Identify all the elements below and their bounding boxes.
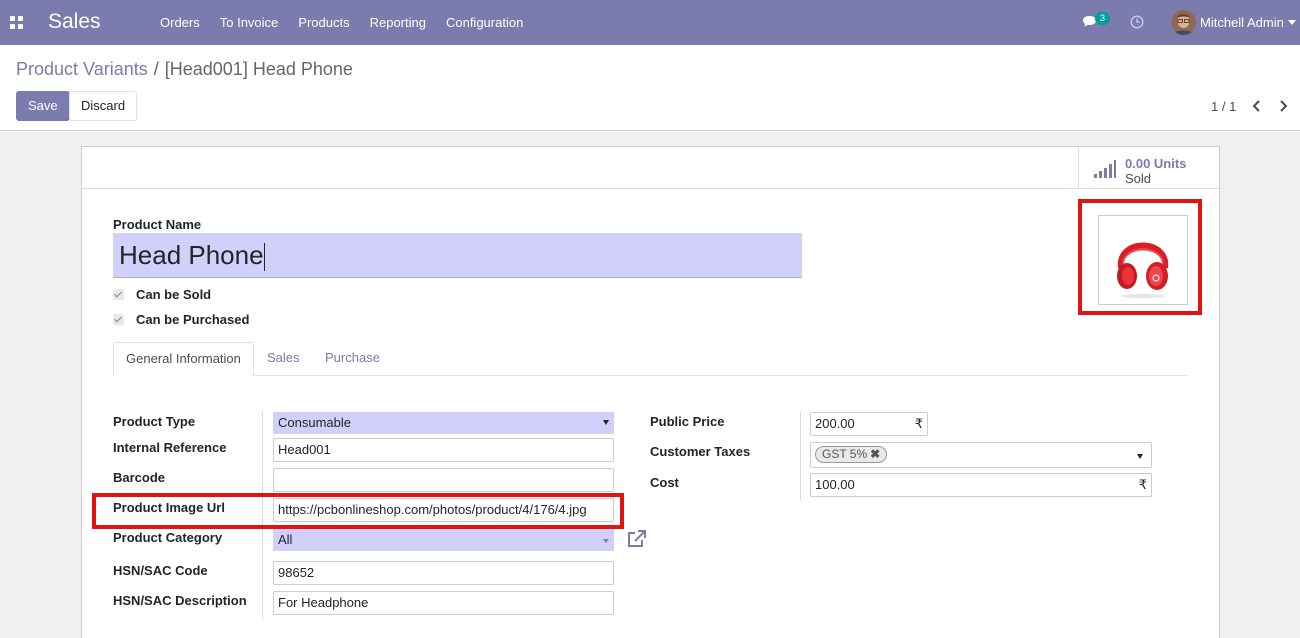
image-url-input[interactable]: https://pcbonlineshop.com/photos/product… [273,498,614,522]
menu-item-reporting[interactable]: Reporting [360,0,436,45]
product-type-select[interactable]: Consumable [273,412,614,434]
avatar[interactable] [1171,10,1196,35]
product-category-select[interactable]: All [273,529,614,551]
clock-icon[interactable] [1130,15,1144,29]
breadcrumb-parent-link[interactable]: Product Variants [16,59,148,80]
tab-general-information[interactable]: General Information [113,342,254,376]
red-headphones-image [1117,242,1169,298]
currency-symbol: ₹ [1138,477,1147,492]
button-box: 0.00 Units Sold [82,147,1219,189]
discard-button[interactable]: Discard [69,91,138,121]
pager-value[interactable]: 1 / 1 [1211,99,1236,114]
chevron-left-icon[interactable] [1252,100,1261,112]
can-be-purchased-label: Can be Purchased [136,312,250,327]
tab-sales[interactable]: Sales [255,342,312,376]
tax-tag: GST 5% ✖ [815,446,888,463]
hsn-description-label: HSN/SAC Description [113,593,247,608]
hsn-description-input[interactable]: For Headphone [273,591,614,615]
user-menu[interactable]: Mitchell Admin [1200,0,1284,45]
units-sold-label: Sold [1125,171,1152,186]
product-name-input[interactable]: Head Phone [113,233,802,278]
main-menu: Orders To Invoice Products Reporting Con… [150,0,533,45]
chevron-down-icon[interactable] [1288,20,1296,25]
chevron-right-icon[interactable] [1279,100,1288,112]
right-group-separator [800,411,801,501]
chat-count-badge: 3 [1095,12,1110,25]
cost-input[interactable]: 100.00 ₹ [810,473,1152,497]
form-sheet: 0.00 Units Sold Product Name Head Phone … [81,146,1220,638]
can-be-sold-checkbox[interactable] [113,289,124,300]
can-be-purchased-checkbox[interactable] [113,314,124,325]
barcode-input[interactable] [273,468,614,492]
tax-tag-label: GST 5% [822,447,868,461]
tab-purchase[interactable]: Purchase [313,342,392,376]
hsn-code-label: HSN/SAC Code [113,563,208,578]
breadcrumb: Product Variants / [Head001] Head Phone [16,59,353,80]
customer-taxes-input[interactable]: GST 5% ✖ [810,442,1152,468]
menu-item-to-invoice[interactable]: To Invoice [210,0,289,45]
product-category-label: Product Category [113,530,223,545]
customer-taxes-label: Customer Taxes [650,444,751,459]
can-be-purchased-row: Can be Purchased [113,312,249,327]
hsn-code-input[interactable]: 98652 [273,561,614,585]
product-category-value: All [278,532,293,547]
product-name-label: Product Name [113,217,202,232]
units-sold-value: 0.00 Units [1125,156,1187,171]
menu-item-orders[interactable]: Orders [150,0,210,45]
form-tabs: General Information Sales Purchase [113,342,1188,376]
public-price-label: Public Price [650,414,725,429]
chevron-down-icon[interactable] [1137,454,1143,459]
product-type-label: Product Type [113,414,196,429]
app-brand[interactable]: Sales [48,10,101,34]
close-icon[interactable]: ✖ [870,447,880,461]
apps-grid-icon[interactable] [10,16,23,29]
public-price-value: 200.00 [815,416,855,431]
breadcrumb-current: [Head001] Head Phone [164,59,353,79]
product-type-value: Consumable [278,415,351,430]
units-sold-stat-button[interactable]: 0.00 Units Sold [1078,147,1220,189]
menu-item-products[interactable]: Products [288,0,359,45]
internal-reference-input[interactable]: Head001 [273,438,614,462]
can-be-sold-row: Can be Sold [113,287,211,302]
product-image-highlight [1078,199,1202,315]
barcode-label: Barcode [113,470,166,485]
product-image[interactable] [1098,215,1188,305]
breadcrumb-separator: / [153,59,159,79]
menu-item-configuration[interactable]: Configuration [436,0,533,45]
control-panel: Product Variants / [Head001] Head Phone … [0,45,1300,131]
save-button[interactable]: Save [16,91,70,121]
text-cursor [263,243,265,272]
chevron-down-icon [603,539,609,543]
signal-bars-icon [1094,160,1116,178]
currency-symbol: ₹ [914,416,923,431]
cost-label: Cost [650,475,679,490]
chevron-down-icon [603,420,609,425]
can-be-sold-label: Can be Sold [136,287,212,302]
cost-value: 100.00 [815,477,855,492]
product-name-value: Head Phone [119,240,264,270]
top-navbar: Sales Orders To Invoice Products Reporti… [0,0,1300,45]
external-link-icon[interactable] [626,530,646,548]
public-price-input[interactable]: 200.00 ₹ [810,412,928,436]
image-url-label: Product Image Url [113,500,225,515]
internal-reference-label: Internal Reference [113,440,227,455]
